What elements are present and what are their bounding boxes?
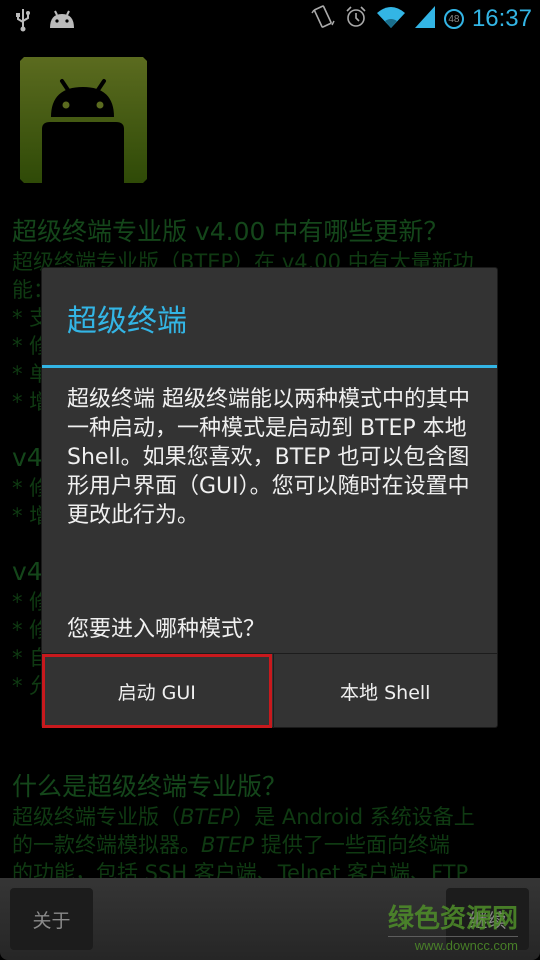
watermark-name: 绿色资源网 [387, 904, 518, 934]
watermark-url: www.downcc.com [387, 936, 518, 953]
watermark: 绿色资源网 www.downcc.com [387, 904, 518, 953]
bottom-action-bar: 关于 继续 绿色资源网 www.downcc.com [0, 878, 540, 960]
status-bar: 48 16:37 [0, 0, 540, 38]
alarm-icon [344, 5, 368, 33]
mode-select-dialog: 超级终端 超级终端 超级终端能以两种模式中的其中一种启动，一种模式是启动到 BT… [42, 268, 497, 728]
whats-new-heading: 超级终端专业版 v4.00 中有哪些更新？ [12, 217, 449, 246]
usb-icon [14, 8, 32, 36]
text: ）是 Android 系统设备上 [233, 805, 475, 829]
about-button[interactable]: 关于 [10, 888, 93, 950]
about-paragraph-line: 的一款终端模拟器。BTEP 提供了一些面向终端 [12, 831, 532, 859]
clock: 16:37 [471, 5, 532, 32]
about-heading: 什么是超级终端专业版？ [12, 772, 288, 801]
app-logo-icon [20, 57, 147, 183]
signal-icon [414, 5, 436, 33]
text: BTEP [180, 805, 234, 829]
text: BTEP [201, 833, 255, 857]
text: 提供了一些面向终端 [254, 833, 450, 857]
wifi-icon [376, 5, 406, 33]
dialog-title-divider [42, 365, 497, 368]
launch-gui-button[interactable]: 启动 GUI [42, 654, 272, 728]
about-paragraph-line: 超级终端专业版（BTEP）是 Android 系统设备上 [12, 803, 532, 831]
dialog-button-bar: 启动 GUI 本地 Shell [42, 653, 497, 728]
dialog-message: 超级终端 超级终端能以两种模式中的其中一种启动，一种模式是启动到 BTEP 本地… [67, 387, 470, 528]
vibrate-icon [310, 4, 336, 34]
battery-icon: 48 [443, 9, 464, 29]
text: 的一款终端模拟器。 [12, 833, 201, 857]
local-shell-button[interactable]: 本地 Shell [272, 654, 498, 728]
dialog-title: 超级终端 [67, 304, 187, 339]
dialog-question: 您要进入哪种模式？ [67, 617, 266, 642]
about-section: 什么是超级终端专业版？ 超级终端专业版（BTEP）是 Android 系统设备上… [12, 771, 532, 887]
text: 超级终端专业版（ [12, 805, 180, 829]
android-notification-icon [48, 10, 76, 34]
